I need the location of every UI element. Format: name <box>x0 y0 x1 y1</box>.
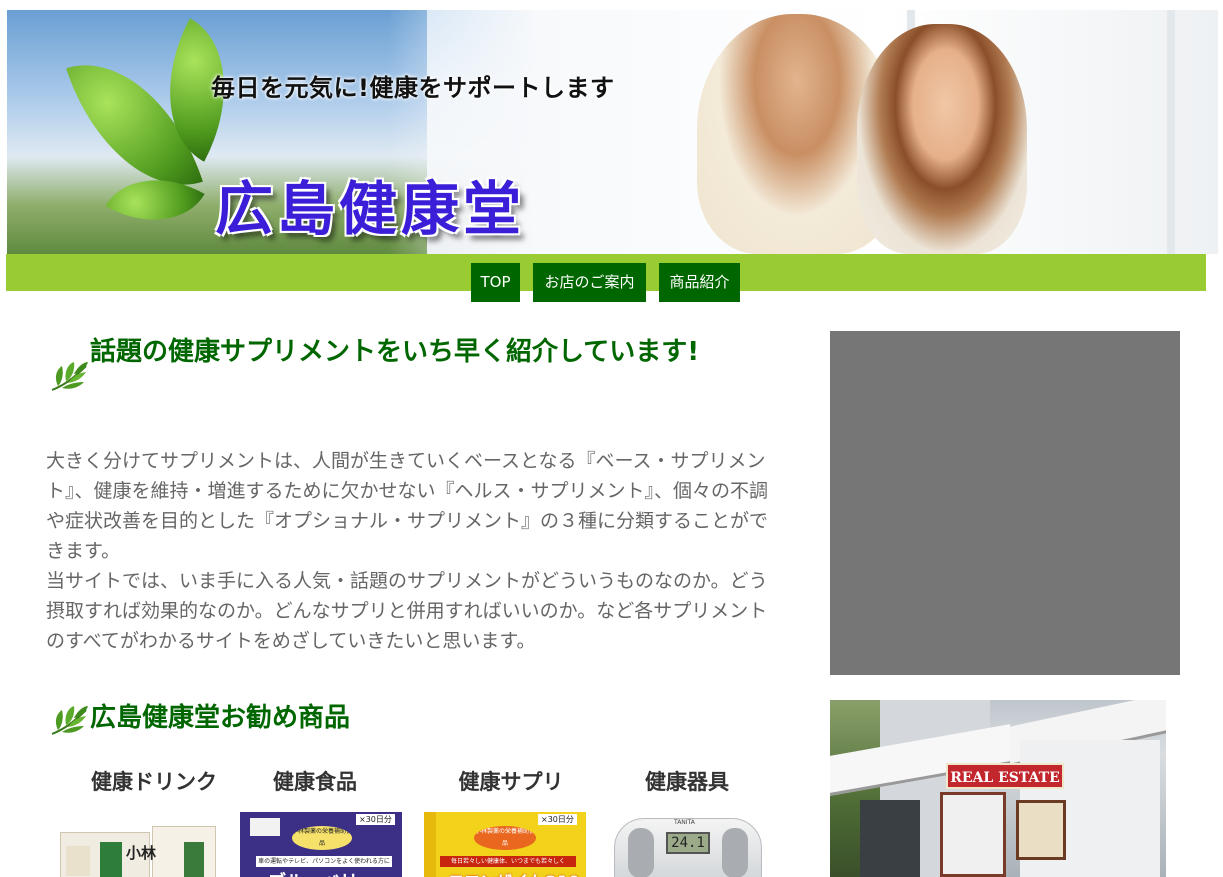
product-image-food[interactable]: ×30日分 小林製薬の栄養補助食品 車の運転やテレビ、パソコンをよく使われる方に… <box>240 812 402 877</box>
nav-item-products[interactable]: 商品紹介 <box>659 263 740 302</box>
product-image-drink[interactable]: 小林 <box>60 812 216 877</box>
intro-paragraph: 当サイトでは、いま手に入る人気・話題のサプリメントがどういうものなのか。どう摂取… <box>46 570 768 652</box>
category-label-supplement: 健康サプリ <box>458 770 564 794</box>
woman-photo <box>857 24 1027 254</box>
product-maker-label: 小林製薬の栄養補助食品 <box>292 826 352 850</box>
product-image-equipment[interactable]: TANITA 24.1 <box>608 812 768 877</box>
real-estate-sign: REAL ESTATE <box>946 763 1064 789</box>
scale-brand: TANITA <box>674 819 695 826</box>
product-maker-label: 小林製薬の栄養補助食品 <box>474 826 536 850</box>
nav-item-top[interactable]: TOP <box>471 263 520 302</box>
product-badge: ×30日分 <box>538 814 577 825</box>
intro-paragraph: 大きく分けてサプリメントは、人間が生きていくベースとなる『ベース・サプリメント』… <box>46 450 769 562</box>
recommend-heading: 広島健康堂お勧め商品 <box>90 703 351 733</box>
product-caption: 車の運転やテレビ、パソコンをよく使われる方に <box>256 856 392 867</box>
banner-slogan: 毎日を元気に!健康をサポートします <box>211 74 615 102</box>
header-banner: 毎日を元気に!健康をサポートします 広島健康堂 <box>7 10 1218 254</box>
site-title: 広島健康堂 <box>215 175 526 243</box>
product-caption: 毎日若々しい健康体、いつまでも若々しく <box>440 856 576 867</box>
product-badge: ×30日分 <box>356 814 395 825</box>
product-image-supplement[interactable]: ×30日分 小林製薬の栄養補助食品 毎日若々しい健康体、いつまでも若々しく コエ… <box>424 812 586 877</box>
product-name: コエンザイムQ10 <box>448 868 580 877</box>
shop-photo[interactable]: REAL ESTATE <box>830 700 1166 877</box>
category-label-food: 健康食品 <box>273 770 357 794</box>
product-box-label: 小林 <box>126 844 157 862</box>
category-label-equipment: 健康器具 <box>645 770 729 794</box>
leaf-sprig-icon <box>51 362 88 391</box>
scale-display: 24.1 <box>666 832 710 854</box>
ad-placeholder[interactable] <box>830 331 1180 675</box>
leaf-sprig-icon <box>51 706 88 735</box>
nav-item-shop-info[interactable]: お店のご案内 <box>533 263 646 302</box>
intro-heading: 話題の健康サプリメントをいち早く紹介しています! <box>90 337 700 367</box>
product-name: ブルーベリ <box>268 868 358 877</box>
intro-body: 大きく分けてサプリメントは、人間が生きていくベースとなる『ベース・サプリメント』… <box>46 446 776 656</box>
category-label-drink: 健康ドリンク <box>91 770 217 794</box>
